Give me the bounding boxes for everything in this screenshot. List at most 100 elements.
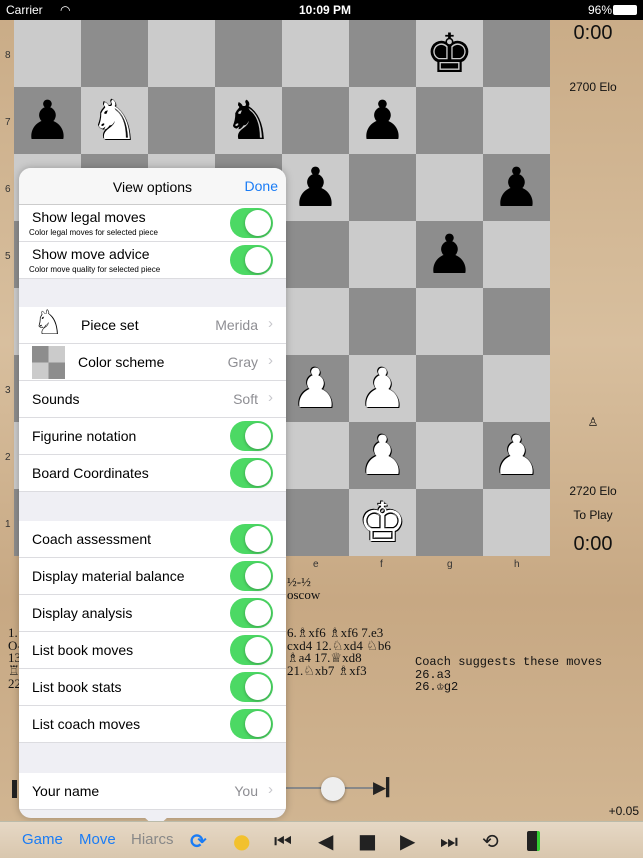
your-name-row[interactable]: Your name You ›	[19, 773, 286, 810]
engine-server-icon[interactable]	[527, 831, 540, 851]
stop-icon[interactable]: ■	[358, 829, 377, 853]
sounds-value: Soft	[233, 391, 258, 407]
square[interactable]	[483, 221, 550, 288]
option-toggle[interactable]	[230, 598, 273, 628]
black-pawn-piece[interactable]: ♟	[492, 160, 540, 215]
black-pawn-piece[interactable]: ♟	[23, 93, 71, 148]
black-king-piece[interactable]: ♚	[425, 26, 473, 81]
square[interactable]	[483, 20, 550, 87]
coords-label: Board Coordinates	[32, 465, 149, 481]
square[interactable]	[148, 20, 215, 87]
square[interactable]: ♟	[349, 355, 416, 422]
black-pawn-piece[interactable]: ♟	[291, 160, 339, 215]
square[interactable]	[483, 87, 550, 154]
flip-board-icon[interactable]: ⟲	[482, 829, 499, 853]
square[interactable]	[349, 221, 416, 288]
square[interactable]	[282, 489, 349, 556]
square[interactable]	[349, 154, 416, 221]
move-button[interactable]: Move	[79, 831, 116, 848]
option-toggle[interactable]	[230, 524, 273, 554]
square[interactable]	[483, 288, 550, 355]
square[interactable]: ♟	[282, 154, 349, 221]
slider-end-icon[interactable]: ▶▎	[373, 778, 399, 798]
previous-move-icon[interactable]: ◀	[318, 829, 333, 853]
lightbulb-hint-icon[interactable]: ●	[233, 829, 250, 853]
done-button[interactable]: Done	[245, 178, 278, 194]
next-move-icon[interactable]: ▶	[400, 829, 415, 853]
figurine-toggle[interactable]	[230, 421, 273, 451]
square[interactable]	[349, 20, 416, 87]
square[interactable]	[282, 20, 349, 87]
first-move-icon[interactable]: ⏮	[274, 829, 292, 853]
square[interactable]	[416, 489, 483, 556]
square[interactable]	[282, 221, 349, 288]
square[interactable]	[282, 87, 349, 154]
white-pawn-piece[interactable]: ♟	[358, 361, 406, 416]
black-knight-piece[interactable]: ♞	[224, 93, 272, 148]
black-pawn-piece[interactable]: ♟	[425, 227, 473, 282]
top-elo: 2700 Elo	[569, 80, 617, 94]
figurine-row: Figurine notation	[19, 418, 286, 455]
square[interactable]	[483, 355, 550, 422]
file-label: g	[447, 559, 453, 570]
square[interactable]	[81, 20, 148, 87]
color-scheme-row[interactable]: Color scheme Gray ›	[19, 344, 286, 381]
white-knight-piece[interactable]: ♞	[90, 93, 138, 148]
option-toggle[interactable]	[230, 635, 273, 665]
game-button[interactable]: Game	[22, 831, 63, 848]
slider-thumb[interactable]	[321, 777, 345, 801]
white-pawn-piece[interactable]: ♟	[358, 428, 406, 483]
last-move-icon[interactable]: ⏭	[440, 829, 458, 853]
option-toggle[interactable]	[230, 709, 273, 739]
square[interactable]: ♟	[349, 87, 416, 154]
square[interactable]	[416, 288, 483, 355]
rank-label: 5	[5, 251, 11, 262]
square[interactable]	[416, 154, 483, 221]
square[interactable]: ♟	[483, 154, 550, 221]
square[interactable]	[215, 20, 282, 87]
square[interactable]	[148, 87, 215, 154]
square[interactable]	[416, 87, 483, 154]
square[interactable]: ♟	[483, 422, 550, 489]
square[interactable]: ♚	[416, 20, 483, 87]
square[interactable]: ♞	[215, 87, 282, 154]
option-toggle[interactable]	[230, 245, 273, 275]
battery-icon	[613, 5, 637, 15]
square[interactable]: ♚	[349, 489, 416, 556]
toolbar: Game Move Hiarcs ⟳ ● ⏮ ◀ ■ ▶ ⏭ ⟲	[0, 821, 643, 858]
square[interactable]: ♟	[282, 355, 349, 422]
square[interactable]	[282, 422, 349, 489]
square[interactable]	[349, 288, 416, 355]
white-pawn-piece[interactable]: ♟	[492, 428, 540, 483]
coords-toggle[interactable]	[230, 458, 273, 488]
option-toggle[interactable]	[230, 561, 273, 591]
carrier: Carrier	[6, 3, 43, 17]
square[interactable]	[483, 489, 550, 556]
analyze-refresh-icon[interactable]: ⟳	[190, 829, 207, 853]
bottom-clock: 0:00	[573, 533, 613, 555]
engine-button[interactable]: Hiarcs	[131, 831, 174, 848]
square[interactable]	[14, 20, 81, 87]
option-label: Display analysis	[32, 605, 133, 621]
file-label: f	[380, 559, 383, 570]
option-toggle[interactable]	[230, 208, 273, 238]
option-label: Show legal moves	[32, 209, 146, 225]
chevron-right-icon: ›	[268, 352, 273, 369]
sounds-row[interactable]: Sounds Soft ›	[19, 381, 286, 418]
square[interactable]: ♞	[81, 87, 148, 154]
option-toggle[interactable]	[230, 672, 273, 702]
piece-set-label: Piece set	[81, 317, 139, 333]
slider-start-icon[interactable]	[12, 780, 17, 798]
coach-line: Coach suggests these moves	[415, 655, 603, 669]
square[interactable]: ♟	[416, 221, 483, 288]
black-pawn-piece[interactable]: ♟	[358, 93, 406, 148]
your-name-value: You	[234, 783, 258, 799]
square[interactable]	[416, 422, 483, 489]
square[interactable]	[282, 288, 349, 355]
square[interactable]: ♟	[14, 87, 81, 154]
square[interactable]: ♟	[349, 422, 416, 489]
white-king-piece[interactable]: ♚	[358, 495, 406, 550]
square[interactable]	[416, 355, 483, 422]
piece-set-row[interactable]: ♘ Piece set Merida ›	[19, 303, 286, 344]
white-pawn-piece[interactable]: ♟	[291, 361, 339, 416]
